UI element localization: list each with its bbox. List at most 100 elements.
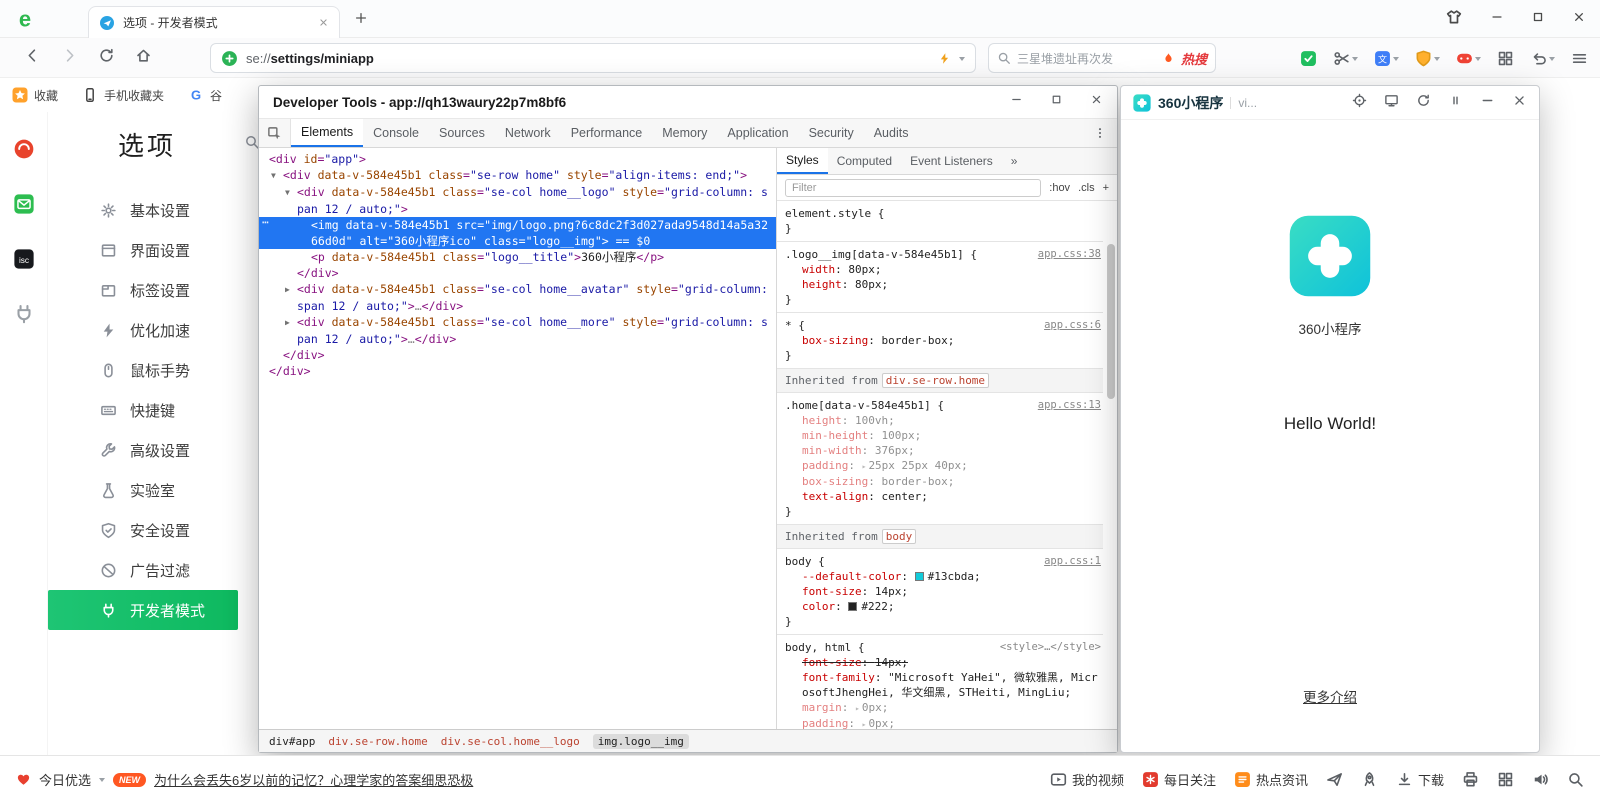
bottombar-download-button[interactable]: 下载 — [1396, 770, 1444, 789]
browser-tab[interactable]: 选项 - 开发者模式 — [88, 6, 340, 38]
css-property[interactable]: width: 80px; — [785, 262, 1101, 277]
devtools-tab-elements[interactable]: Elements — [291, 119, 363, 147]
css-property[interactable]: font-size: 14px; — [785, 584, 1101, 599]
devtools-maximize-button[interactable] — [1050, 93, 1063, 111]
bookmark-item[interactable]: 收藏 — [12, 87, 58, 104]
css-property[interactable]: text-align: center; — [785, 489, 1101, 504]
search-suggestion[interactable]: 三星堆遗址再次发 — [1017, 50, 1156, 67]
bottombar-video-button[interactable]: 我的视频 — [1050, 770, 1124, 789]
expand-arrow-icon[interactable]: ▶ — [285, 282, 297, 298]
styles-tab-overflow[interactable]: » — [1002, 148, 1027, 174]
new-tab-button[interactable] — [354, 11, 368, 25]
devtools-tab-console[interactable]: Console — [363, 119, 429, 147]
css-source-link[interactable]: <style>…</style> — [992, 640, 1101, 655]
css-property[interactable]: padding: ▸25px 25px 40px; — [785, 458, 1101, 474]
devtools-tab-audits[interactable]: Audits — [864, 119, 919, 147]
green-ext-button[interactable] — [1300, 50, 1317, 67]
sidebar-item[interactable]: 基本设置 — [48, 190, 238, 230]
css-property[interactable]: font-family: "Microsoft YaHei", 微软雅黑, Mi… — [785, 670, 1101, 700]
forward-button[interactable] — [61, 47, 78, 69]
css-property[interactable]: height: 100vh; — [785, 413, 1101, 428]
devtools-minimize-button[interactable] — [1010, 93, 1023, 111]
scissors-button[interactable] — [1333, 50, 1358, 67]
theme-button[interactable] — [1445, 8, 1463, 31]
sidebar-item[interactable]: 界面设置 — [48, 230, 238, 270]
expand-arrow-icon[interactable]: ▶ — [285, 315, 297, 331]
css-selector[interactable]: .logo__img[data-v-584e45b1] { — [785, 247, 977, 262]
breadcrumb-item[interactable]: div.se-row.home — [328, 735, 427, 748]
css-selector[interactable]: * { — [785, 318, 805, 333]
bookmark-item[interactable]: G谷 — [188, 87, 222, 104]
devtools-tab-memory[interactable]: Memory — [652, 119, 717, 147]
minimize-button[interactable] — [1490, 10, 1504, 29]
sidebar-item[interactable]: 优化加速 — [48, 310, 238, 350]
css-source-link[interactable]: app.css:13 — [1030, 398, 1101, 413]
refresh-button[interactable] — [98, 47, 115, 69]
css-property[interactable]: --default-color: #13cbda; — [785, 569, 1101, 584]
breadcrumb-item[interactable]: div.se-col.home__logo — [441, 735, 580, 748]
collapse-arrow-icon[interactable]: ▼ — [271, 168, 283, 184]
css-selector[interactable]: element.style { — [785, 206, 884, 221]
class-toggle-button[interactable]: .cls — [1078, 182, 1095, 194]
devtools-tab-security[interactable]: Security — [799, 119, 864, 147]
sidebar-item[interactable]: 标签设置 — [48, 270, 238, 310]
css-property[interactable]: font-size: 14px; — [785, 655, 1101, 670]
new-rule-button[interactable]: + — [1103, 182, 1109, 194]
gamepad-button[interactable] — [1456, 50, 1481, 67]
devtools-close-button[interactable] — [1090, 93, 1103, 111]
breadcrumb-item[interactable]: img.logo__img — [593, 734, 689, 749]
sidebar-item[interactable]: 高级设置 — [48, 430, 238, 470]
bottombar-daily-button[interactable]: 每日关注 — [1142, 770, 1216, 789]
daily-picks-label[interactable]: 今日优选 — [39, 770, 91, 789]
tab-close-button[interactable] — [318, 17, 329, 28]
node-link[interactable]: body — [882, 529, 917, 544]
sidebar-item[interactable]: 实验室 — [48, 470, 238, 510]
collapse-arrow-icon[interactable]: ▼ — [285, 185, 297, 201]
maximize-button[interactable] — [1531, 10, 1545, 29]
sidebar-item[interactable]: 广告过滤 — [48, 550, 238, 590]
search-box[interactable]: 三星堆遗址再次发 热搜 — [988, 43, 1216, 73]
css-source-link[interactable]: app.css:38 — [1030, 247, 1101, 262]
devtools-tab-performance[interactable]: Performance — [561, 119, 653, 147]
devtools-tab-network[interactable]: Network — [495, 119, 561, 147]
home-button[interactable] — [135, 47, 152, 69]
css-property[interactable]: box-sizing: border-box; — [785, 333, 1101, 348]
tree-line[interactable]: <div id="app"> — [259, 151, 776, 167]
color-swatch[interactable] — [848, 602, 857, 611]
breadcrumb-item[interactable]: div#app — [269, 735, 315, 748]
back-button[interactable] — [24, 47, 41, 69]
apps-grid-button[interactable] — [1497, 50, 1514, 67]
css-property[interactable]: padding: ▸0px; — [785, 716, 1101, 729]
dropdown-chevron-icon[interactable] — [959, 57, 965, 64]
miniapp-refresh-button[interactable] — [1416, 93, 1431, 113]
sidebar-item[interactable]: 鼠标手势 — [48, 350, 238, 390]
bottombar-search-button[interactable] — [1567, 771, 1584, 788]
tree-line-selected[interactable]: <img data-v-584e45b1 src="img/logo.png?6… — [259, 217, 776, 249]
mail-button[interactable] — [13, 193, 35, 220]
styles-tab-computed[interactable]: Computed — [828, 148, 901, 174]
site-security-icon[interactable] — [221, 50, 238, 67]
miniapp-more-link[interactable]: 更多介绍 — [1303, 686, 1357, 706]
devtools-tab-application[interactable]: Application — [717, 119, 798, 147]
styles-filter-input[interactable] — [785, 179, 1041, 197]
bottombar-plane-button[interactable] — [1326, 771, 1343, 788]
styles-scrollbar[interactable] — [1107, 244, 1115, 399]
bottombar-apps-grid-button[interactable] — [1497, 771, 1514, 788]
bottombar-news-button[interactable]: 热点资讯 — [1234, 770, 1308, 789]
node-link[interactable]: div.se-row.home — [882, 373, 989, 388]
css-property[interactable]: margin: ▸0px; — [785, 700, 1101, 716]
tree-line[interactable]: ▶<div data-v-584e45b1 class="se-col home… — [259, 314, 776, 347]
undo-button[interactable] — [1530, 50, 1555, 67]
sidebar-item[interactable]: 快捷键 — [48, 390, 238, 430]
css-property[interactable]: min-width: 376px; — [785, 443, 1101, 458]
devtools-tab-sources[interactable]: Sources — [429, 119, 495, 147]
miniapp-close-button[interactable] — [1512, 93, 1527, 113]
dropdown-chevron-icon[interactable] — [99, 778, 105, 785]
speed-mode-icon[interactable] — [938, 52, 951, 65]
css-selector[interactable]: body { — [785, 554, 825, 569]
tree-line[interactable]: </div> — [259, 363, 776, 379]
node-menu-icon[interactable]: ⋯ — [262, 214, 270, 230]
miniapp-monitor-button[interactable] — [1384, 93, 1399, 113]
css-selector[interactable]: .home[data-v-584e45b1] { — [785, 398, 944, 413]
close-button[interactable] — [1572, 10, 1586, 29]
